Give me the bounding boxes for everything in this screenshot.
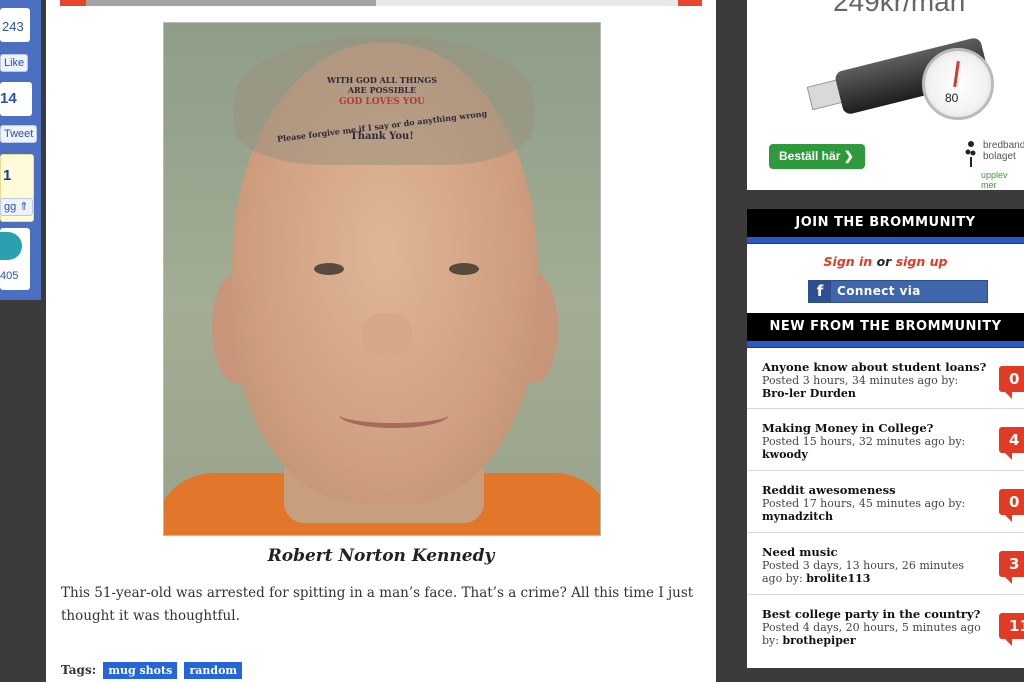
list-item[interactable]: Best college party in the country? Poste… bbox=[747, 595, 1024, 656]
comment-count-badge[interactable]: 0 bbox=[999, 366, 1024, 399]
post-meta: Posted 17 hours, 45 minutes ago by: myna… bbox=[762, 497, 966, 523]
post-title[interactable]: Anyone know about student loans? bbox=[762, 360, 986, 374]
or-text: or bbox=[876, 254, 892, 269]
list-item[interactable]: Need music Posted 3 days, 13 hours, 26 m… bbox=[747, 533, 1024, 595]
list-item[interactable]: Reddit awesomeness Posted 17 hours, 45 m… bbox=[747, 471, 1024, 533]
sign-up-link[interactable]: sign up bbox=[896, 254, 948, 269]
mugshot-photo: WITH GOD ALL THINGS ARE POSSIBLE GOD LOV… bbox=[163, 22, 601, 536]
twitter-count: 14 bbox=[0, 90, 17, 107]
post-author[interactable]: kwoody bbox=[762, 448, 808, 461]
tag-random[interactable]: random bbox=[184, 662, 243, 679]
facebook-count: 243 bbox=[2, 19, 24, 34]
comment-count-badge[interactable]: 11 bbox=[999, 613, 1024, 646]
tattoo-line: WITH GOD ALL THINGS bbox=[327, 75, 437, 85]
post-title[interactable]: Need music bbox=[762, 545, 838, 559]
comment-count-badge[interactable]: 4 bbox=[999, 427, 1024, 460]
post-title[interactable]: Reddit awesomeness bbox=[762, 483, 896, 497]
tattoo-line: ARE POSSIBLE bbox=[347, 85, 417, 95]
post-title[interactable]: Making Money in College? bbox=[762, 421, 933, 435]
comment-count-badge[interactable]: 0 bbox=[999, 489, 1024, 522]
post-meta: Posted 15 hours, 32 minutes ago by: kwoo… bbox=[762, 435, 966, 461]
article-top-bar bbox=[60, 0, 702, 6]
tweet-button[interactable]: Tweet bbox=[0, 125, 38, 143]
comment-count-badge[interactable]: 3 bbox=[999, 551, 1024, 584]
stumbleupon-box[interactable]: 405 bbox=[0, 228, 30, 290]
tag-mug-shots[interactable]: mug shots bbox=[103, 662, 178, 679]
post-meta: Posted 3 hours, 34 minutes ago by: Bro-l… bbox=[762, 374, 959, 400]
post-author[interactable]: brothepiper bbox=[782, 634, 855, 647]
post-meta: Posted 3 days, 13 hours, 26 minutes ago … bbox=[762, 559, 965, 585]
gauge-value: 80 bbox=[945, 91, 959, 105]
post-author[interactable]: mynadzitch bbox=[762, 510, 833, 523]
facebook-icon: f bbox=[809, 281, 831, 302]
share-sidebar: 243 Like 14 Tweet 1 gg ⇑ 405 bbox=[0, 0, 41, 300]
list-item[interactable]: Making Money in College? Posted 15 hours… bbox=[747, 409, 1024, 471]
post-meta: Posted 4 days, 20 hours, 5 minutes ago b… bbox=[762, 621, 981, 647]
tattoo-line: Thank You! bbox=[350, 131, 414, 142]
sign-in-link[interactable]: Sign in bbox=[824, 254, 873, 269]
tags-label: Tags: bbox=[61, 663, 97, 677]
ad-brand-line2: bolaget bbox=[983, 151, 1016, 162]
speed-gauge-icon: 80 bbox=[922, 48, 994, 120]
feed-header-rule bbox=[747, 341, 1024, 347]
ad-price: 249kr/mån bbox=[833, 0, 966, 17]
post-title[interactable]: Best college party in the country? bbox=[762, 607, 980, 621]
article-column: WITH GOD ALL THINGS ARE POSSIBLE GOD LOV… bbox=[46, 0, 716, 682]
photo-caption: Robert Norton Kennedy bbox=[267, 546, 495, 566]
article-body: This 51-year-old was arrested for spitti… bbox=[61, 585, 694, 624]
digg-button[interactable]: gg ⇑ bbox=[0, 198, 33, 216]
like-button[interactable]: Like bbox=[0, 54, 29, 72]
join-panel: Sign in or sign up f Connect via Faceboo… bbox=[747, 244, 1024, 319]
feed-header: NEW FROM THE BROMMUNITY bbox=[747, 313, 1024, 341]
ad-brand: bredband bolaget bbox=[983, 140, 1024, 162]
twitter-count-box: 14 bbox=[0, 82, 32, 116]
connect-facebook-button[interactable]: f Connect via Facebook bbox=[808, 280, 988, 319]
stumbleupon-icon bbox=[0, 232, 22, 260]
tags-row: Tags: mug shots random bbox=[61, 662, 243, 679]
list-item[interactable]: Anyone know about student loans? Posted … bbox=[747, 348, 1024, 409]
bredbandsbolaget-logo-icon bbox=[965, 140, 977, 168]
post-author[interactable]: brolite113 bbox=[806, 572, 870, 585]
ad-tagline: upplev mer bbox=[981, 170, 1008, 190]
brommunity-feed: Anyone know about student loans? Posted … bbox=[747, 348, 1024, 668]
digg-count: 1 bbox=[3, 167, 12, 184]
join-header: JOIN THE BROMMUNITY bbox=[747, 209, 1024, 237]
stumbleupon-count: 405 bbox=[0, 270, 19, 282]
join-header-rule bbox=[747, 237, 1024, 243]
post-author[interactable]: Bro-ler Durden bbox=[762, 387, 856, 400]
facebook-count-box: 243 bbox=[0, 8, 30, 42]
ad-brand-line1: bredband bbox=[983, 140, 1024, 151]
sign-in-line: Sign in or sign up bbox=[747, 254, 1024, 269]
digg-label: gg bbox=[4, 201, 17, 213]
order-button[interactable]: Beställ här ❯ bbox=[769, 144, 865, 169]
arrow-up-icon: ⇑ bbox=[16, 201, 29, 213]
advertisement[interactable]: 249kr/mån 80 Beställ här ❯ bredband bola… bbox=[747, 0, 1024, 190]
